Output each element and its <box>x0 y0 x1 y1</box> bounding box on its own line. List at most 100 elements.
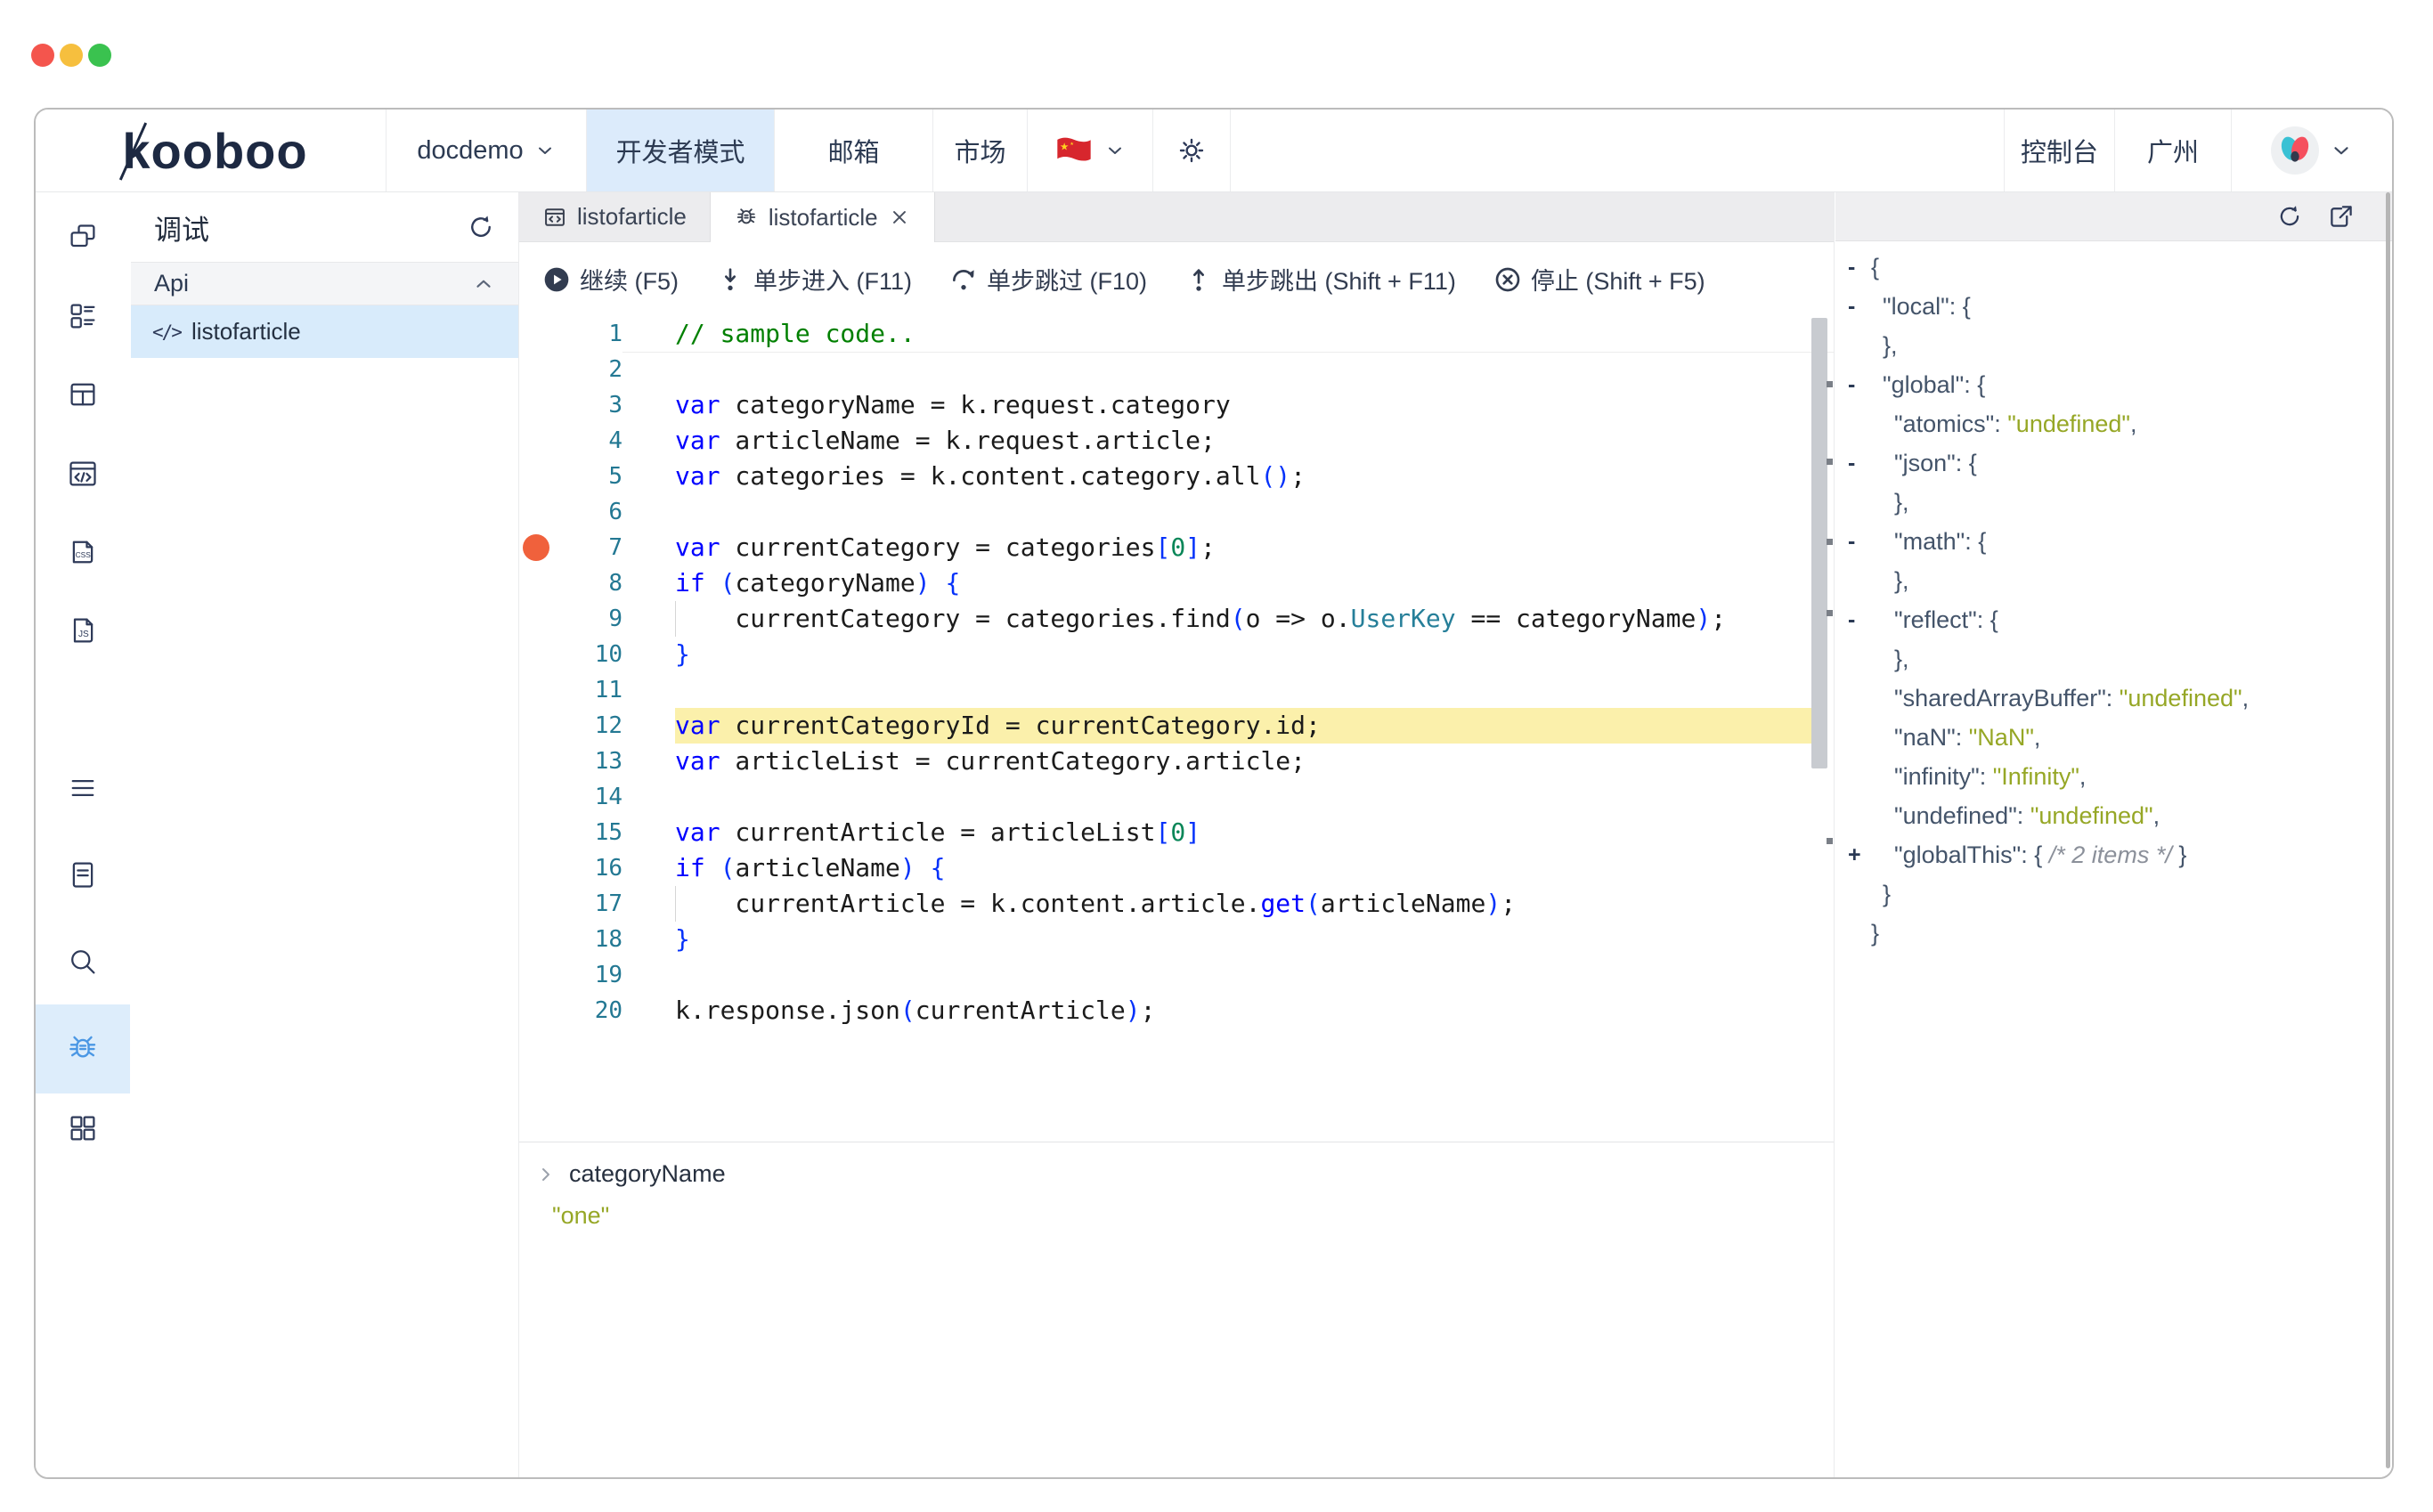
user-menu[interactable] <box>2231 110 2392 191</box>
maximize-window-button[interactable] <box>88 44 111 67</box>
collapse-icon[interactable]: - <box>1848 365 1871 404</box>
refresh-icon[interactable] <box>467 213 495 241</box>
collapse-icon[interactable]: - <box>1848 443 1871 483</box>
breakpoint-gutter[interactable] <box>519 423 555 459</box>
code-text[interactable]: var articleName = k.request.article; <box>675 423 1812 459</box>
breakpoint-gutter[interactable] <box>519 530 555 565</box>
breakpoint-gutter[interactable] <box>519 352 555 387</box>
code-text[interactable]: if (articleName) { <box>675 850 1812 886</box>
sidebar-item-listofarticle[interactable]: </> listofarticle <box>131 305 518 358</box>
breakpoint-gutter[interactable] <box>519 387 555 423</box>
avatar <box>2271 126 2319 175</box>
code-text[interactable]: var currentCategory = categories[0]; <box>675 530 1812 565</box>
json-line: "sharedArrayBuffer": "undefined", <box>1848 679 2392 718</box>
toolbar-step-into-button[interactable]: 单步进入 (F11) <box>716 262 912 297</box>
collapse-icon[interactable]: - <box>1848 600 1871 639</box>
tab-listofarticle-code[interactable]: listofarticle <box>519 192 711 241</box>
refresh-icon[interactable] <box>2276 203 2303 230</box>
code-text[interactable] <box>675 779 1812 815</box>
collapse-icon[interactable]: - <box>1848 287 1871 326</box>
code-text[interactable]: if (categoryName) { <box>675 565 1812 601</box>
nav-mail[interactable]: 邮箱 <box>774 110 932 191</box>
code-text[interactable]: var categoryName = k.request.category <box>675 387 1812 423</box>
code-text[interactable]: var currentCategoryId = currentCategory.… <box>675 708 1812 744</box>
breakpoint-gutter[interactable] <box>519 850 555 886</box>
line-number: 11 <box>555 672 622 708</box>
console-expression-row[interactable]: categoryName <box>519 1142 1834 1188</box>
breakpoint-gutter[interactable] <box>519 494 555 530</box>
breakpoint-gutter[interactable] <box>519 922 555 957</box>
toolbar-step-out-button[interactable]: 单步跳出 (Shift + F11) <box>1184 262 1456 297</box>
code-text[interactable]: currentCategory = categories.find(o => o… <box>675 601 1812 637</box>
code-text[interactable]: // sample code.. <box>675 316 1812 352</box>
breakpoint-gutter[interactable] <box>519 459 555 494</box>
breakpoint-gutter[interactable] <box>519 779 555 815</box>
kooboo-logo[interactable]: kooboo <box>36 110 386 191</box>
marker-spacer <box>1848 874 1871 914</box>
close-window-button[interactable] <box>31 44 54 67</box>
code-text[interactable] <box>675 957 1812 993</box>
code-text[interactable] <box>675 672 1812 708</box>
rail-item-styles[interactable]: CSS <box>36 508 130 597</box>
json-line-content: "naN": "NaN", <box>1871 718 2040 757</box>
breakpoint-gutter[interactable] <box>519 565 555 601</box>
breakpoint-gutter[interactable] <box>519 708 555 744</box>
api-section-header[interactable]: Api <box>131 262 518 305</box>
variables-scrollbar[interactable] <box>2386 192 2390 1468</box>
ruler-mark <box>1827 381 1833 387</box>
ruler-mark <box>1827 838 1833 844</box>
rail-item-layouts[interactable] <box>36 350 130 439</box>
toolbar-stop-button[interactable]: 停止 (Shift + F5) <box>1493 262 1705 297</box>
code-text[interactable]: } <box>675 637 1812 672</box>
code-text[interactable]: k.response.json(currentArticle); <box>675 993 1812 1028</box>
breakpoint-gutter[interactable] <box>519 601 555 637</box>
breakpoint-gutter[interactable] <box>519 815 555 850</box>
rail-item-debug[interactable] <box>36 1004 130 1093</box>
breakpoint-dot[interactable] <box>523 534 549 561</box>
language-selector[interactable]: ★★ <box>1027 110 1152 191</box>
tab-listofarticle-debug[interactable]: listofarticle <box>711 192 935 242</box>
rail-item-pages[interactable] <box>36 193 130 282</box>
rail-item-contents[interactable] <box>36 272 130 361</box>
toolbar-step-over-button[interactable]: 单步跳过 (F10) <box>949 262 1147 297</box>
open-external-icon[interactable] <box>2328 203 2355 230</box>
rail-item-search[interactable] <box>36 917 130 1006</box>
code-text[interactable]: currentArticle = k.content.article.get(a… <box>675 886 1812 922</box>
code-text[interactable]: var categories = k.content.category.all(… <box>675 459 1812 494</box>
breakpoint-gutter[interactable] <box>519 744 555 779</box>
theme-toggle[interactable] <box>1152 110 1230 191</box>
code-editor[interactable]: 1// sample code..23var categoryName = k.… <box>519 316 1834 1146</box>
collapse-icon[interactable]: - <box>1848 522 1871 561</box>
rail-item-files[interactable] <box>36 830 130 919</box>
site-selector[interactable]: docdemo <box>386 110 586 191</box>
nav-dev-mode[interactable]: 开发者模式 <box>586 110 774 191</box>
close-icon[interactable] <box>888 206 911 229</box>
toolbar-continue-button[interactable]: 继续 (F5) <box>542 262 679 297</box>
breakpoint-gutter[interactable] <box>519 637 555 672</box>
nav-region[interactable]: 广州 <box>2114 110 2231 191</box>
breakpoint-gutter[interactable] <box>519 993 555 1028</box>
json-line: "undefined": "undefined", <box>1848 796 2392 835</box>
nav-market[interactable]: 市场 <box>932 110 1027 191</box>
expand-icon[interactable]: + <box>1848 835 1871 874</box>
editor-scrollbar[interactable] <box>1811 318 1827 768</box>
rail-item-modules[interactable] <box>36 1084 130 1173</box>
json-line-content: "globalThis": { /* 2 items */ } <box>1871 835 2186 874</box>
collapse-icon[interactable]: - <box>1848 248 1871 287</box>
rail-item-menus[interactable] <box>36 744 130 833</box>
code-text[interactable] <box>675 494 1812 530</box>
rail-item-scripts[interactable]: JS <box>36 586 130 675</box>
breakpoint-gutter[interactable] <box>519 672 555 708</box>
minimize-window-button[interactable] <box>60 44 83 67</box>
rail-item-code[interactable] <box>36 429 130 518</box>
breakpoint-gutter[interactable] <box>519 886 555 922</box>
chevron-right-icon[interactable] <box>535 1164 557 1185</box>
code-text[interactable]: var currentArticle = articleList[0] <box>675 815 1812 850</box>
code-text[interactable] <box>675 352 1812 387</box>
breakpoint-gutter[interactable] <box>519 316 555 352</box>
code-text[interactable]: var articleList = currentCategory.articl… <box>675 744 1812 779</box>
code-text[interactable]: } <box>675 922 1812 957</box>
breakpoint-gutter[interactable] <box>519 957 555 993</box>
nav-console[interactable]: 控制台 <box>2004 110 2114 191</box>
code-line-8: 8if (categoryName) { <box>519 565 1834 601</box>
